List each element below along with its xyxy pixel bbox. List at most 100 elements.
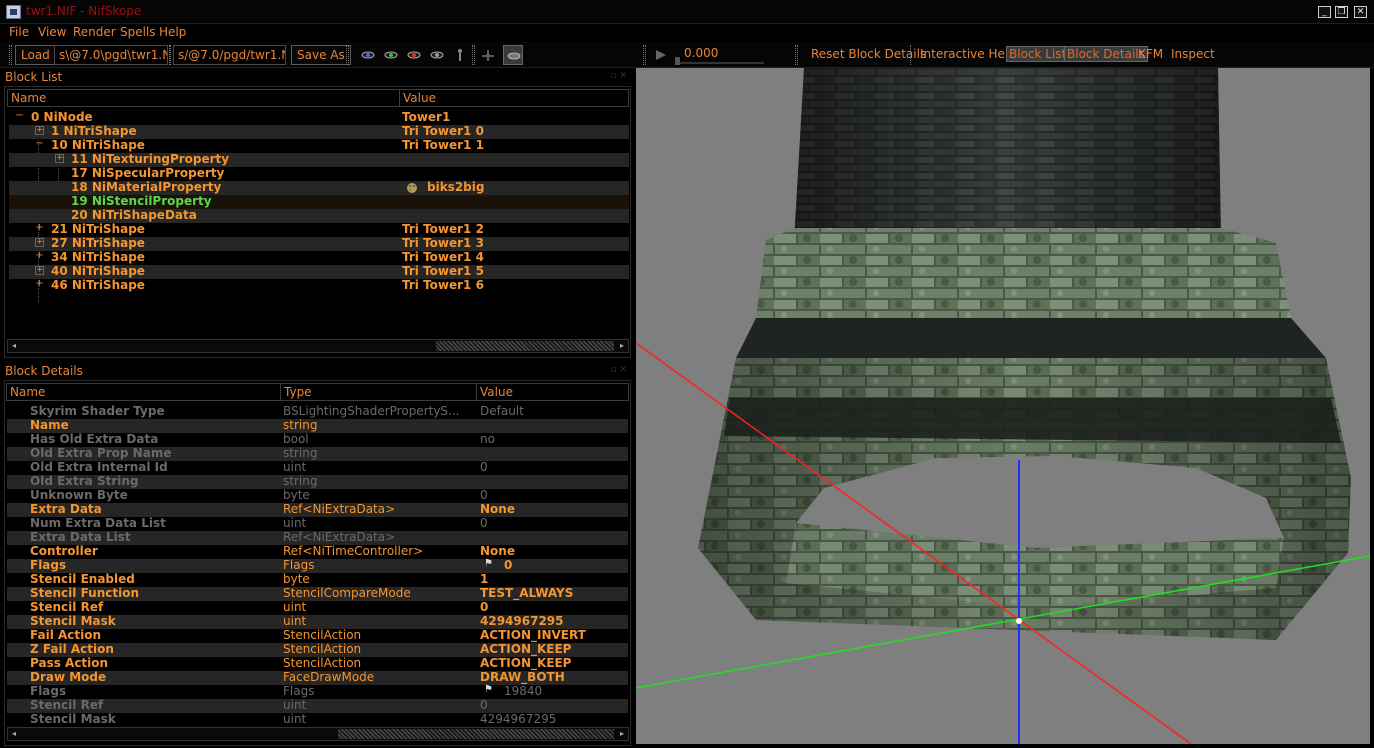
lod-eye-gray-icon[interactable] <box>429 48 445 62</box>
scroll-left-icon[interactable]: ◂ <box>8 340 20 352</box>
menu-view[interactable]: View <box>38 25 66 39</box>
time-slider-handle[interactable] <box>675 57 680 65</box>
block-details-toggle[interactable]: Block Details <box>1064 46 1148 62</box>
window-title: twr1.NIF - NifSkope <box>26 4 142 18</box>
toolbar-grip[interactable] <box>643 45 646 65</box>
column-header-value[interactable]: Value <box>399 89 629 107</box>
menu-help[interactable]: Help <box>159 25 186 39</box>
mesh-toggle-button[interactable] <box>503 45 523 65</box>
close-button[interactable]: ✕ <box>1354 6 1367 18</box>
column-header-name[interactable]: Name <box>6 383 283 401</box>
block-list-tree[interactable]: Name Value − 0 NiNode Tower1 + 1 NiTriSh… <box>4 86 631 358</box>
render-viewport[interactable] <box>636 68 1370 744</box>
tree-row[interactable]: + 1 NiTriShape Tri Tower1 0 <box>9 124 629 139</box>
kfm-toggle[interactable]: KFM <box>1138 47 1163 61</box>
tree-row[interactable]: + 11 NiTexturingProperty <box>9 152 629 167</box>
minimize-button[interactable]: _ <box>1318 6 1331 18</box>
details-row[interactable]: Old Extra String string <box>7 474 628 489</box>
details-row[interactable]: Skyrim Shader Type BSLightingShaderProper… <box>7 404 628 419</box>
details-row[interactable]: Pass Action StencilAction ACTION_KEEP <box>7 656 628 671</box>
tree-row[interactable]: 18 NiMaterialProperty biks2big <box>9 180 629 195</box>
interactive-help-button[interactable]: Interactive Help <box>920 47 1016 61</box>
scroll-thumb[interactable] <box>338 729 614 739</box>
tree-row[interactable]: + 34 NiTriShape Tri Tower1 4 <box>9 250 629 265</box>
save-path-field[interactable]: s/@7.0/pgd/twr1.NIF <box>173 45 286 65</box>
details-row[interactable]: Controller Ref<NiTimeController> None <box>7 544 628 559</box>
details-row-value: TEST_ALWAYS <box>480 586 574 600</box>
details-row[interactable]: Flags Flags ⚑ 19840 <box>7 684 628 699</box>
details-row-type: bool <box>283 432 309 446</box>
expand-icon[interactable]: + <box>35 238 44 247</box>
lod-eye-green-icon[interactable] <box>383 48 399 62</box>
tree-row[interactable]: + 21 NiTriShape Tri Tower1 2 <box>9 222 629 237</box>
collapse-icon[interactable]: − <box>35 139 44 149</box>
details-row[interactable]: Flags Flags ⚑ 0 <box>7 558 628 573</box>
menu-render[interactable]: Render <box>73 25 116 39</box>
expand-icon[interactable]: + <box>55 154 64 163</box>
details-row[interactable]: Draw Mode FaceDrawMode DRAW_BOTH <box>7 670 628 685</box>
tree-row[interactable]: 20 NiTriShapeData <box>9 208 629 223</box>
details-row[interactable]: Unknown Byte byte 0 <box>7 488 628 503</box>
tree-row[interactable]: − 10 NiTriShape Tri Tower1 1 <box>9 138 629 153</box>
details-row[interactable]: Stencil Mask uint 4294967295 <box>7 614 628 629</box>
block-details-hscrollbar[interactable]: ◂ ▸ <box>7 727 629 741</box>
details-row[interactable]: Has Old Extra Data bool no <box>7 432 628 447</box>
tree-row[interactable]: + 27 NiTriShape Tri Tower1 3 <box>9 236 629 251</box>
toolbar-grip[interactable] <box>9 45 12 65</box>
expand-icon[interactable]: + <box>35 251 44 261</box>
restore-button[interactable]: ❐ <box>1335 6 1348 18</box>
column-header-type[interactable]: Type <box>280 383 479 401</box>
scroll-left-icon[interactable]: ◂ <box>8 728 20 740</box>
tree-row[interactable]: − 0 NiNode Tower1 <box>9 110 629 125</box>
reset-block-details-button[interactable]: Reset Block Details <box>811 47 926 61</box>
save-as-button[interactable]: Save As <box>291 45 351 65</box>
details-row[interactable]: Z Fail Action StencilAction ACTION_KEEP <box>7 642 628 657</box>
time-slider[interactable] <box>680 62 764 64</box>
block-list-hscrollbar[interactable]: ◂ ▸ <box>7 339 629 353</box>
tree-row-value: Tri Tower1 5 <box>402 264 484 278</box>
load-path-field[interactable]: s\@7.0\pgd\twr1.NIF <box>54 45 168 65</box>
expand-icon[interactable]: + <box>35 126 44 135</box>
scroll-thumb[interactable] <box>436 341 614 351</box>
lod-eye-red-icon[interactable] <box>406 48 422 62</box>
toolbar-grip[interactable] <box>346 45 349 65</box>
panel-float-close-icon[interactable]: ▫ ✕ <box>610 365 627 375</box>
figure-icon[interactable] <box>452 48 468 62</box>
expand-icon[interactable]: + <box>35 279 44 289</box>
expand-icon[interactable]: + <box>35 223 44 233</box>
block-details-table[interactable]: Name Type Value Skyrim Shader Type BSLigh… <box>4 380 631 746</box>
details-row[interactable]: Name string <box>7 418 628 433</box>
load-button[interactable]: Load <box>15 45 56 65</box>
menu-spells[interactable]: Spells <box>120 25 156 39</box>
toolbar-grip[interactable] <box>795 45 798 65</box>
expand-icon[interactable]: + <box>35 266 44 275</box>
inspect-toggle[interactable]: Inspect <box>1171 47 1215 61</box>
scroll-right-icon[interactable]: ▸ <box>616 728 628 740</box>
details-row[interactable]: Stencil Mask uint 4294967295 <box>7 712 628 727</box>
details-row[interactable]: Old Extra Internal Id uint 0 <box>7 460 628 475</box>
toolbar-grip[interactable] <box>472 45 475 65</box>
axes-tool-icon[interactable] <box>480 48 496 62</box>
lod-eye-blue-icon[interactable] <box>360 48 376 62</box>
block-list-toggle[interactable]: Block List <box>1006 46 1070 62</box>
details-row[interactable]: Extra Data List Ref<NiExtraData> <box>7 530 628 545</box>
details-row[interactable]: Num Extra Data List uint 0 <box>7 516 628 531</box>
collapse-icon[interactable]: − <box>15 111 24 121</box>
panel-float-close-icon[interactable]: ▫ ✕ <box>610 71 627 81</box>
play-icon[interactable] <box>653 48 669 62</box>
column-header-value[interactable]: Value <box>476 383 629 401</box>
menu-file[interactable]: File <box>9 25 29 39</box>
details-row[interactable]: Old Extra Prop Name string <box>7 446 628 461</box>
tree-row[interactable]: 17 NiSpecularProperty <box>9 166 629 181</box>
column-header-name[interactable]: Name <box>7 89 401 107</box>
details-row[interactable]: Fail Action StencilAction ACTION_INVERT <box>7 628 628 643</box>
details-row[interactable]: Stencil Ref uint 0 <box>7 698 628 713</box>
details-row[interactable]: Stencil Ref uint 0 <box>7 600 628 615</box>
tree-row[interactable]: + 46 NiTriShape Tri Tower1 6 <box>9 278 629 293</box>
tree-row[interactable]: + 40 NiTriShape Tri Tower1 5 <box>9 264 629 279</box>
tree-row-selected[interactable]: 19 NiStencilProperty <box>9 194 629 209</box>
scroll-right-icon[interactable]: ▸ <box>616 340 628 352</box>
details-row[interactable]: Stencil Enabled byte 1 <box>7 572 628 587</box>
details-row[interactable]: Extra Data Ref<NiExtraData> None <box>7 502 628 517</box>
details-row[interactable]: Stencil Function StencilCompareMode TEST_A… <box>7 586 628 601</box>
